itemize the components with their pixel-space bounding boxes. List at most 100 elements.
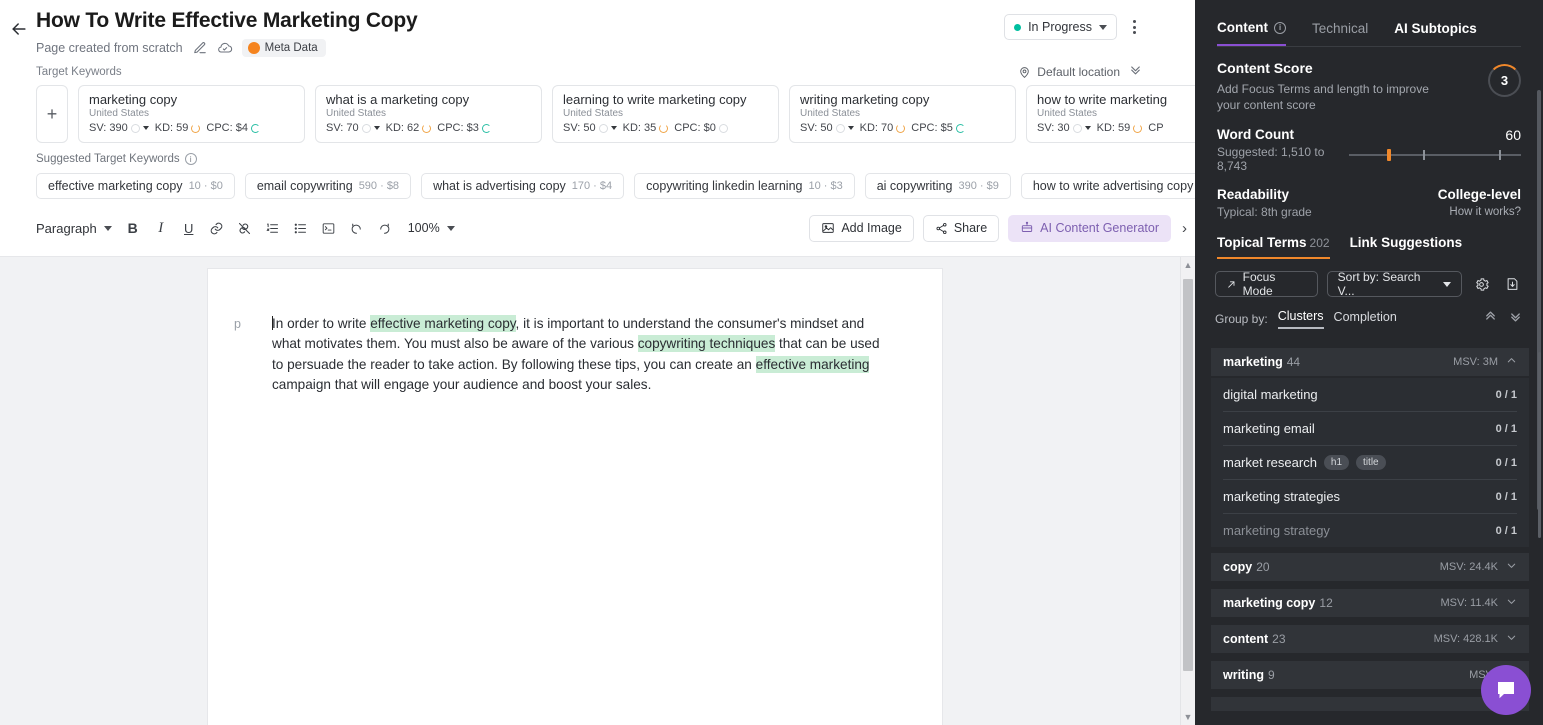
target-keyword-card[interactable]: learning to write marketing copy United … — [552, 85, 779, 143]
suggested-keyword-chip[interactable]: how to write advertising copy 20 · $5 — [1020, 173, 1195, 199]
cluster-header-marketing[interactable]: marketing 44 MSV: 3M — [1211, 348, 1529, 376]
scrollbar-thumb[interactable] — [1183, 279, 1193, 671]
chevron-down-icon — [446, 225, 455, 231]
suggested-term: how to write advertising copy — [1032, 179, 1194, 193]
cluster-header-content[interactable]: content 23 MSV: 428.1K — [1211, 625, 1529, 653]
suggested-keyword-chip[interactable]: copywriting linkedin learning 10 · $3 — [634, 173, 855, 199]
chevron-down-icon — [1099, 24, 1107, 30]
tab-topical-terms[interactable]: Topical Terms 202 — [1217, 235, 1330, 259]
cpc-ring-icon — [250, 123, 260, 133]
chevron-right-icon[interactable]: › — [1180, 220, 1189, 237]
suggested-keyword-chip[interactable]: what is advertising copy 170 · $4 — [421, 173, 625, 199]
block-tag-label: p — [234, 317, 241, 331]
add-keyword-button[interactable]: + — [36, 85, 68, 143]
meta-data-button[interactable]: Meta Data — [241, 39, 326, 57]
highlight-term-2: copywriting techniques — [637, 335, 776, 353]
slider-track — [1349, 154, 1521, 156]
keyword-location: United States — [326, 108, 387, 119]
chat-bubble-icon[interactable] — [1481, 665, 1531, 715]
undo-icon[interactable] — [344, 216, 370, 240]
cluster-count: 44 — [1286, 355, 1301, 369]
ai-content-generator-label: AI Content Generator — [1040, 221, 1159, 235]
info-icon[interactable]: i — [1274, 21, 1286, 34]
arrow-left-icon[interactable] — [8, 18, 30, 40]
ordered-list-icon[interactable] — [260, 216, 286, 240]
kd-ring-icon — [191, 123, 201, 133]
bullet-list-icon[interactable] — [288, 216, 314, 240]
tab-content[interactable]: Content i — [1217, 20, 1286, 46]
chevrons-down-icon[interactable] — [1128, 62, 1143, 82]
redo-icon[interactable] — [372, 216, 398, 240]
target-keyword-card[interactable]: writing marketing copy United States SV:… — [789, 85, 1016, 143]
tab-ai-subtopics[interactable]: AI Subtopics — [1394, 21, 1477, 45]
chevron-down-icon[interactable] — [1506, 560, 1517, 574]
cluster-header-partial[interactable] — [1211, 697, 1529, 711]
zoom-level-dropdown[interactable]: 100% — [408, 221, 455, 235]
chevron-down-icon[interactable] — [1506, 596, 1517, 610]
location-area: Default location — [1016, 62, 1143, 82]
term-score: 0 / 1 — [1495, 422, 1517, 435]
focus-mode-button[interactable]: Focus Mode — [1215, 270, 1318, 298]
bold-button[interactable]: B — [120, 216, 146, 240]
share-button[interactable]: Share — [922, 214, 1000, 242]
term-row[interactable]: marketing email 0 / 1 — [1223, 412, 1517, 446]
sort-by-dropdown[interactable]: Sort by: Search V... — [1326, 270, 1463, 298]
term-row[interactable]: digital marketing 0 / 1 — [1223, 378, 1517, 412]
editor-page[interactable]: p In order to write effective marketing … — [208, 269, 942, 725]
readability-value: College-level — [1437, 187, 1521, 202]
highlight-term-1: effective marketing copy — [370, 315, 516, 332]
page-source-text: Page created from scratch — [36, 41, 183, 55]
suggested-keyword-chip[interactable]: email copywriting 590 · $8 — [244, 173, 412, 199]
term-row[interactable]: marketing strategy 0 / 1 — [1223, 514, 1517, 547]
download-file-icon[interactable] — [1502, 273, 1523, 295]
more-options-icon[interactable] — [1125, 18, 1143, 36]
group-by-clusters[interactable]: Clusters — [1277, 309, 1324, 329]
cloud-check-icon[interactable] — [217, 40, 233, 56]
scroll-up-arrow-icon[interactable]: ▲ — [1181, 257, 1195, 273]
add-image-button[interactable]: Add Image — [809, 214, 914, 242]
group-by-completion[interactable]: Completion — [1334, 310, 1397, 328]
cluster-header-marketing-copy[interactable]: marketing copy 12 MSV: 11.4K — [1211, 589, 1529, 617]
chevrons-up-icon[interactable] — [1483, 309, 1498, 329]
pencil-icon[interactable] — [192, 40, 208, 56]
tab-technical[interactable]: Technical — [1312, 21, 1368, 45]
suggested-keyword-chip[interactable]: effective marketing copy 10 · $0 — [36, 173, 235, 199]
info-icon[interactable]: i — [184, 153, 197, 165]
code-block-icon[interactable] — [316, 216, 342, 240]
underline-button[interactable]: U — [176, 216, 202, 240]
sort-by-label: Sort by: Search V... — [1337, 270, 1421, 298]
terms-scrollbar-thumb[interactable] — [1538, 352, 1541, 538]
cluster-count: 9 — [1267, 668, 1275, 682]
editor-paragraph[interactable]: In order to write effective marketing co… — [272, 314, 884, 395]
editor-scrollbar[interactable]: ▲ ▼ — [1180, 257, 1195, 725]
tab-link-suggestions[interactable]: Link Suggestions — [1350, 235, 1463, 259]
cluster-name: marketing — [1223, 355, 1283, 369]
paragraph-style-dropdown[interactable]: Paragraph — [30, 218, 118, 239]
status-dropdown[interactable]: In Progress — [1004, 14, 1117, 40]
suggested-term: what is advertising copy — [433, 179, 566, 193]
kd-ring-icon — [422, 123, 432, 133]
suggested-keywords-strip: effective marketing copy 10 · $0 email c… — [0, 173, 1195, 199]
chevrons-down-icon[interactable] — [1508, 309, 1523, 329]
target-keyword-card[interactable]: marketing copy United States SV: 390 KD:… — [78, 85, 305, 143]
target-keyword-card[interactable]: what is a marketing copy United States S… — [315, 85, 542, 143]
chevron-down-icon[interactable] — [1506, 632, 1517, 646]
ai-content-generator-button[interactable]: AI Content Generator — [1008, 214, 1171, 242]
cluster-header-copy[interactable]: copy 20 MSV: 24.4K — [1211, 553, 1529, 581]
suggested-keyword-chip[interactable]: ai copywriting 390 · $9 — [864, 173, 1011, 199]
gear-icon[interactable] — [1471, 273, 1492, 295]
target-keyword-card[interactable]: how to write marketing United States SV:… — [1026, 85, 1195, 143]
sv-ring-icon — [835, 123, 845, 133]
chevron-up-icon[interactable] — [1506, 355, 1517, 369]
link-icon[interactable] — [204, 216, 230, 240]
cluster-msv: MSV: 3M — [1453, 356, 1498, 368]
term-row[interactable]: marketing strategies 0 / 1 — [1223, 480, 1517, 514]
scroll-down-arrow-icon[interactable]: ▼ — [1181, 709, 1195, 725]
default-location-button[interactable]: Default location — [1016, 64, 1120, 80]
share-label: Share — [953, 221, 988, 235]
editor-canvas: p In order to write effective marketing … — [0, 256, 1195, 725]
italic-button[interactable]: I — [148, 216, 174, 240]
term-row[interactable]: market research h1 title 0 / 1 — [1223, 446, 1517, 480]
how-it-works-link[interactable]: How it works? — [1438, 206, 1521, 218]
unlink-icon[interactable] — [232, 216, 258, 240]
